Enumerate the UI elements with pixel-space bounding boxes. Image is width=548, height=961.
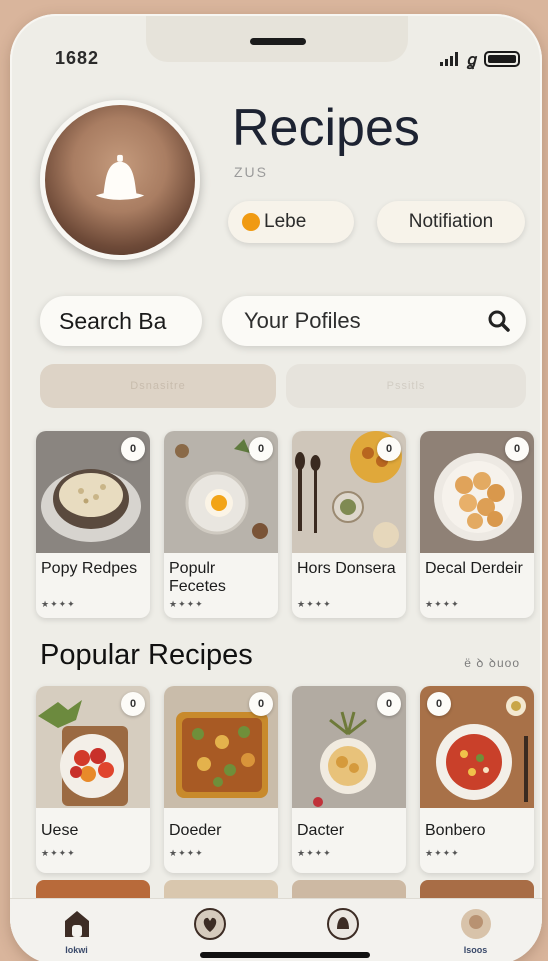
profile-icon (460, 909, 491, 939)
recipe-card[interactable]: 0 Bonbero ★✦✦✦ (420, 686, 534, 873)
phone-frame: 1682 ꬶ Recipes ZUS Lebe Notifiation Sear… (10, 14, 542, 961)
page-subtitle: ZUS (234, 164, 268, 180)
tab-favorites[interactable] (165, 899, 255, 955)
recipe-card[interactable]: 0 Doeder ★✦✦✦ (164, 686, 278, 873)
recipe-card[interactable]: 0 Popy Redpes ★✦✦✦ (36, 431, 150, 618)
recipe-photo-sweets: 0 (292, 431, 406, 553)
tab-profile-label: Isoos (463, 945, 488, 955)
page-title: Recipes (232, 99, 420, 157)
recipe-row-popular: 0 Uese ★✦✦✦ 0 Doeder ★✦✦✦ 0 Dacter ★✦✦✦ … (36, 686, 536, 873)
card-badge[interactable]: 0 (505, 437, 529, 461)
recipe-name: Uese (41, 822, 79, 839)
notch (146, 16, 408, 62)
card-badge[interactable]: 0 (121, 692, 145, 716)
avatar[interactable] (40, 100, 200, 260)
status-dot-icon (242, 213, 260, 231)
filter-chip-1-label: Dsnasitre (130, 380, 186, 392)
bell-icon (95, 154, 145, 200)
signal-icon (440, 52, 459, 66)
filter-chip-2[interactable]: Pssitls (286, 364, 526, 408)
recipe-name: Bonbero (425, 822, 486, 839)
recipe-card[interactable]: 0 Decal Derdeir ★✦✦✦ (420, 431, 534, 618)
search-input[interactable]: Your Pofiles (222, 296, 526, 346)
recipe-rating: ★✦✦✦ (41, 848, 76, 858)
section-see-all-link[interactable]: ё ꝺ ꝺuoo (464, 654, 520, 671)
search-button[interactable]: Search Ba (40, 296, 202, 346)
search-button-label: Search Ba (59, 307, 167, 334)
filter-chip-2-label: Pssitls (386, 380, 426, 392)
status-time: 1682 (55, 48, 100, 68)
recipe-rating: ★✦✦✦ (297, 599, 332, 609)
card-badge[interactable]: 0 (121, 437, 145, 461)
card-badge[interactable]: 0 (249, 692, 273, 716)
recipe-photo-dumplings: 0 (420, 431, 534, 553)
tab-chef[interactable] (298, 899, 388, 955)
recipe-photo-porridge: 0 (36, 431, 150, 553)
notification-label: Notifiation (408, 211, 494, 232)
recipe-rating: ★✦✦✦ (41, 599, 76, 609)
chef-icon (326, 908, 359, 940)
recipe-rating: ★✦✦✦ (169, 599, 204, 609)
recipe-photo-egg: 0 (164, 431, 278, 553)
tab-home[interactable]: Iokwi (32, 899, 122, 955)
battery-icon (484, 51, 520, 67)
recipe-rating: ★✦✦✦ (425, 848, 460, 858)
recipe-photo-stew: 0 (420, 686, 534, 808)
recipe-photo-soup-bowl: 0 (292, 686, 406, 808)
card-badge[interactable]: 0 (377, 437, 401, 461)
wifi-icon: ꬶ (466, 52, 476, 69)
home-icon (64, 911, 89, 937)
tab-profile[interactable]: Isoos (431, 899, 521, 955)
recipe-name: Populr Fecetes (169, 560, 226, 595)
lebe-pill[interactable]: Lebe (228, 201, 354, 243)
search-icon[interactable] (486, 308, 512, 334)
speaker-bar (250, 38, 306, 45)
recipe-photo-casserole: 0 (164, 686, 278, 808)
recipe-photo-tomatoes: 0 (36, 686, 150, 808)
recipe-card[interactable]: 0 Populr Fecetes ★✦✦✦ (164, 431, 278, 618)
recipe-card[interactable]: 0 Dacter ★✦✦✦ (292, 686, 406, 873)
recipe-name: Dacter (297, 822, 345, 839)
card-badge[interactable]: 0 (377, 692, 401, 716)
heart-icon (193, 908, 226, 940)
home-indicator[interactable] (200, 952, 370, 958)
search-input-value: Your Pofiles (244, 308, 361, 333)
recipe-card[interactable]: 0 Hors Donsera ★✦✦✦ (292, 431, 406, 618)
card-badge[interactable]: 0 (249, 437, 273, 461)
recipe-card[interactable]: 0 Uese ★✦✦✦ (36, 686, 150, 873)
recipe-name: Popy Redpes (41, 560, 138, 577)
recipe-row-top: 0 Popy Redpes ★✦✦✦ 0 Populr Fecetes ★✦✦✦ (36, 431, 536, 618)
tab-home-label: Iokwi (65, 945, 88, 955)
recipe-name: Hors Donsera (297, 560, 396, 577)
recipe-name: Doeder (169, 822, 222, 839)
recipe-rating: ★✦✦✦ (169, 848, 204, 858)
recipe-name: Decal Derdeir (425, 560, 523, 577)
status-icons: ꬶ (440, 48, 520, 70)
section-title: Popular Recipes (40, 639, 253, 671)
recipe-rating: ★✦✦✦ (425, 599, 460, 609)
filter-chip-1[interactable]: Dsnasitre (40, 364, 276, 408)
notification-pill[interactable]: Notifiation (377, 201, 525, 243)
lebe-label: Lebe (264, 211, 307, 232)
recipe-rating: ★✦✦✦ (297, 848, 332, 858)
card-badge[interactable]: 0 (427, 692, 451, 716)
